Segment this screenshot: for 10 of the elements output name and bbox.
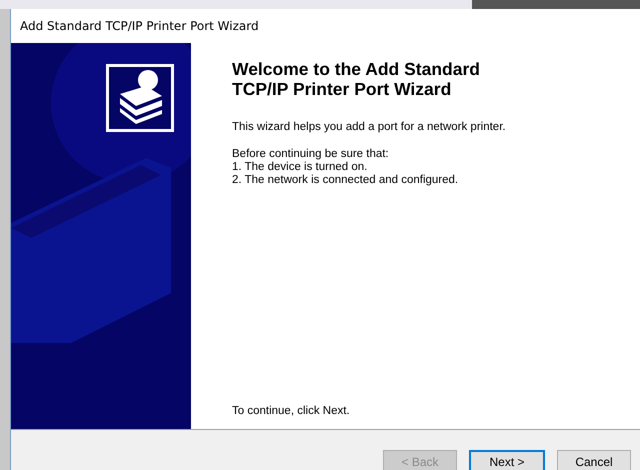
window-title: Add Standard TCP/IP Printer Port Wizard xyxy=(19,18,260,35)
printer-icon xyxy=(106,64,174,132)
wizard-button[interactable]: Cancel xyxy=(557,450,631,470)
wizard-heading: Welcome to the Add Standard TCP/IP Printer Port Wizard xyxy=(232,59,481,99)
checklist-title: Before continuing be sure that: xyxy=(232,148,390,161)
wizard-button[interactable]: Next > xyxy=(469,450,545,470)
continue-hint: To continue, click Next. xyxy=(232,405,351,417)
checklist-item: 2. The network is connected and configured. xyxy=(232,174,460,187)
intro-text: This wizard helps you add a port for a network printer. xyxy=(232,121,507,134)
checklist-item: 1. The device is turned on. xyxy=(232,161,368,174)
